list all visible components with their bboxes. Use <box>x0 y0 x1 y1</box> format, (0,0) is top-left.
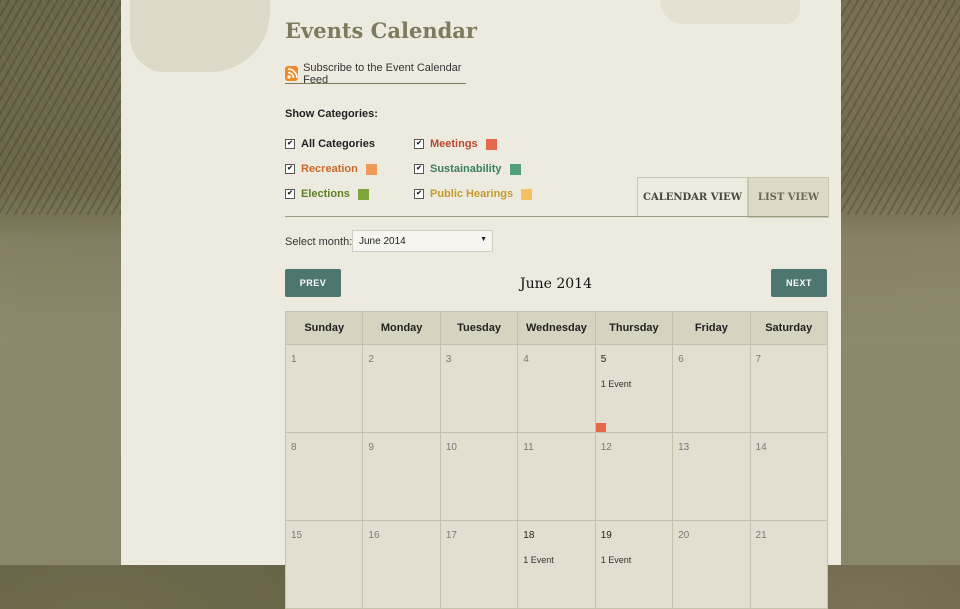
calendar-day-cell[interactable]: 12 <box>594 432 674 521</box>
calendar-day-cell[interactable]: 7 <box>749 344 829 433</box>
background-texture-left <box>0 0 121 215</box>
day-number: 5 <box>600 354 607 365</box>
day-number: 18 <box>523 530 535 541</box>
subscribe-feed-label: Subscribe to the Event Calendar Feed <box>303 61 462 86</box>
day-number: 21 <box>755 530 767 541</box>
event-count-link[interactable]: 1 Event <box>523 555 554 565</box>
day-number: 20 <box>678 530 690 541</box>
category-label: Elections <box>301 188 350 200</box>
day-number: 17 <box>445 530 457 541</box>
day-number: 14 <box>755 442 767 453</box>
category-item[interactable]: ✔ Public Hearings <box>414 188 533 200</box>
day-number: 4 <box>523 354 529 365</box>
category-checkbox[interactable]: ✔ <box>285 139 295 149</box>
category-color-swatch <box>509 163 521 175</box>
calendar-day-cell[interactable]: 5 1 Event <box>594 344 674 433</box>
day-number: 19 <box>600 530 612 541</box>
calendar-day-cell[interactable]: 11 <box>517 432 596 521</box>
weekday-header: Friday <box>672 311 751 345</box>
weekday-header: Sunday <box>284 311 364 345</box>
day-number: 8 <box>291 442 297 453</box>
day-number: 9 <box>368 442 374 453</box>
calendar-day-cell[interactable]: 2 <box>362 344 441 433</box>
category-color-swatch <box>521 188 533 200</box>
category-checkbox[interactable]: ✔ <box>285 164 295 174</box>
select-month-label: Select month: <box>285 236 353 248</box>
category-color-swatch <box>365 163 377 175</box>
dropdown-arrow-icon: ▼ <box>480 236 487 243</box>
day-number: 13 <box>678 442 690 453</box>
background-texture-right <box>841 0 960 215</box>
calendar-day-cell[interactable]: 10 <box>439 432 519 521</box>
weekday-header: Wednesday <box>517 311 596 345</box>
decorative-stain <box>660 0 800 24</box>
day-number: 7 <box>755 354 762 365</box>
category-label: Recreation <box>301 163 358 175</box>
category-checkbox[interactable]: ✔ <box>414 189 424 199</box>
weekday-header: Thursday <box>594 311 674 345</box>
calendar-title: June 2014 <box>519 276 592 292</box>
page-title: Events Calendar <box>285 18 477 43</box>
next-month-button[interactable]: NEXT <box>771 269 827 297</box>
day-number: 15 <box>291 530 303 541</box>
category-checkbox[interactable]: ✔ <box>285 189 295 199</box>
month-select[interactable]: June 2014 ▼ <box>352 230 493 252</box>
calendar-week-row: 1 2 3 4 5 1 Event 6 7 <box>284 344 829 433</box>
calendar-day-cell[interactable]: 13 <box>672 432 751 521</box>
calendar-grid: Sunday Monday Tuesday Wednesday Thursday Frid… <box>284 311 829 609</box>
calendar-week-row: 8 9 10 11 12 13 14 <box>284 432 829 521</box>
calendar-day-cell[interactable]: 1 <box>284 344 364 433</box>
view-tabs: CALENDAR VIEW LIST VIEW <box>637 177 829 218</box>
category-checkbox[interactable]: ✔ <box>414 139 424 149</box>
day-number: 3 <box>445 354 452 365</box>
calendar-day-cell[interactable]: 8 <box>284 432 364 521</box>
day-number: 10 <box>445 442 457 453</box>
category-label: Sustainability <box>430 163 502 175</box>
calendar-day-cell[interactable]: 3 <box>439 344 519 433</box>
calendar-day-cell[interactable]: 9 <box>362 432 441 521</box>
category-item[interactable]: ✔ Elections <box>285 188 369 200</box>
event-category-marker <box>595 423 606 432</box>
calendar-day-cell[interactable]: 6 <box>672 344 751 433</box>
calendar-day-cell[interactable]: 4 <box>517 344 596 433</box>
show-categories-heading: Show Categories: <box>285 108 378 120</box>
category-color-swatch <box>485 138 497 150</box>
category-label: Public Hearings <box>430 188 514 200</box>
month-select-value: June 2014 <box>359 235 406 247</box>
day-number: 6 <box>678 354 684 365</box>
category-label: All Categories <box>301 138 375 150</box>
day-number: 12 <box>600 442 612 453</box>
category-label: Meetings <box>430 138 478 150</box>
category-checkbox[interactable]: ✔ <box>414 164 424 174</box>
calendar-day-cell[interactable]: 14 <box>749 432 829 521</box>
category-item[interactable]: ✔ Meetings <box>414 138 497 150</box>
category-item[interactable]: ✔ Sustainability <box>414 163 521 175</box>
category-item[interactable]: ✔ All Categories <box>285 138 375 150</box>
tab-list-view[interactable]: LIST VIEW <box>748 177 829 218</box>
event-count-link[interactable]: 1 Event <box>601 555 632 565</box>
weekday-header: Tuesday <box>439 311 519 345</box>
prev-month-button[interactable]: PREV <box>285 269 341 297</box>
day-number: 1 <box>291 354 297 365</box>
rss-icon <box>285 66 299 81</box>
day-number: 2 <box>368 354 374 365</box>
event-count-link[interactable]: 1 Event <box>601 379 632 389</box>
weekday-header: Saturday <box>749 311 829 345</box>
tab-calendar-view[interactable]: CALENDAR VIEW <box>637 177 748 217</box>
category-color-swatch <box>357 188 369 200</box>
weekday-header: Monday <box>362 311 441 345</box>
day-number: 11 <box>523 442 534 453</box>
subscribe-feed-link[interactable]: Subscribe to the Event Calendar Feed <box>285 61 466 86</box>
day-number: 16 <box>368 530 380 541</box>
category-item[interactable]: ✔ Recreation <box>285 163 377 175</box>
divider <box>285 216 828 217</box>
